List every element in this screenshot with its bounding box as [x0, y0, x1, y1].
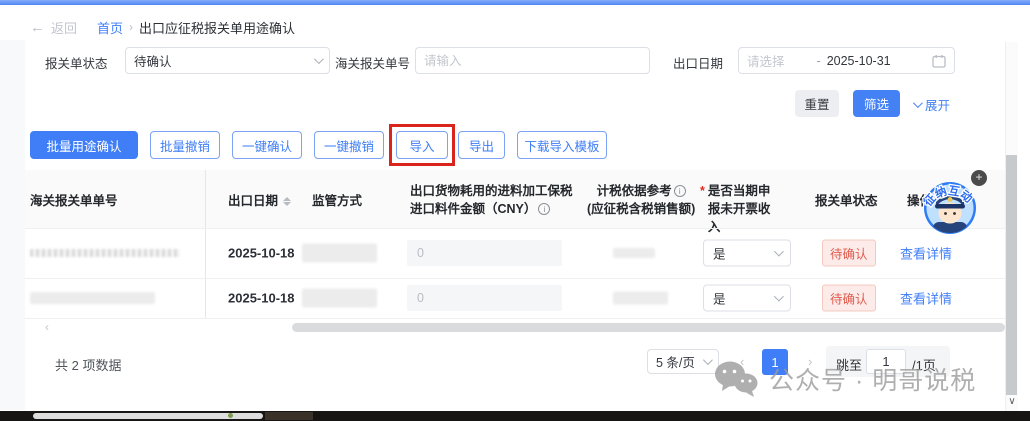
col-bonded-amount: 出口货物耗用的进料加工保税 进口料件金额（CNY）i	[410, 182, 573, 218]
supervision-redacted	[302, 289, 377, 308]
expand-label: 展开	[925, 95, 950, 114]
chevron-down-icon	[774, 247, 784, 257]
one-click-confirm-button[interactable]: 一键确认	[232, 131, 302, 159]
batch-usage-confirm-button[interactable]: 批量用途确认	[30, 131, 138, 159]
col-supervision: 监管方式	[312, 192, 362, 210]
tax-basis-redacted	[613, 292, 668, 305]
status-filter-label: 报关单状态	[45, 53, 108, 72]
page-size-select[interactable]: 5 条/页	[647, 349, 719, 374]
export-tax-declaration-confirm-page: ← 返回 首页 › 出口应征税报关单用途确认 报关单状态 待确认 海关报关单号 …	[0, 0, 1030, 421]
table-row: 2025-10-18 是 待确认 查看详情	[0, 228, 1030, 278]
horizontal-scrollbar-thumb[interactable]	[292, 323, 1005, 332]
breadcrumb-home-link[interactable]: 首页	[97, 18, 123, 37]
calendar-icon	[932, 54, 946, 68]
unreported-income-select[interactable]: 是	[703, 240, 791, 267]
status-filter-value: 待确认	[134, 51, 172, 70]
breadcrumb-separator-icon: ›	[129, 20, 133, 34]
scroll-down-arrow[interactable]: ∨	[1006, 396, 1018, 407]
bonded-amount-input[interactable]	[407, 240, 562, 266]
view-details-link[interactable]: 查看详情	[900, 289, 952, 308]
expand-toggle[interactable]: 展开	[913, 95, 950, 114]
customs-no-filter-label: 海关报关单号	[335, 53, 410, 72]
unreported-income-select[interactable]: 是	[703, 285, 791, 312]
tax-basis-redacted	[613, 248, 655, 258]
export-date-filter-label: 出口日期	[673, 53, 723, 72]
bottom-bar	[0, 411, 1030, 421]
chevron-down-icon	[703, 355, 713, 365]
col-bonded-line2: 进口料件金额（CNY）	[410, 202, 536, 216]
bottom-bar-dot	[228, 413, 233, 418]
col-declaration-status: 报关单状态	[815, 192, 878, 210]
bonded-amount-input[interactable]	[407, 285, 562, 311]
wechat-icon	[713, 360, 759, 398]
reset-button[interactable]: 重置	[795, 90, 839, 117]
unreported-income-value: 是	[713, 244, 726, 263]
chevron-down-icon	[774, 292, 784, 302]
col-tax-basis: 计税依据参考i (应征税含税销售额)	[587, 182, 695, 218]
row-divider	[25, 318, 1005, 319]
left-gutter	[0, 40, 25, 410]
watermark: 公众号 · 明哥说税	[713, 360, 976, 398]
back-arrow-icon[interactable]: ←	[30, 19, 45, 36]
date-range-separator: -	[817, 54, 821, 68]
customs-no-input-wrapper	[415, 47, 650, 74]
table-row: 2025-10-18 是 待确认 查看详情	[0, 278, 1030, 318]
customs-no-input[interactable]	[416, 48, 649, 73]
filter-button[interactable]: 筛选	[853, 90, 900, 117]
unreported-income-value: 是	[713, 289, 726, 308]
tax-assistant-widget[interactable]: 征纳互动	[921, 178, 979, 236]
supervision-redacted	[302, 244, 377, 263]
page-size-value: 5 条/页	[656, 352, 695, 371]
view-details-link[interactable]: 查看详情	[900, 244, 952, 263]
sort-icon[interactable]	[283, 197, 291, 206]
info-icon[interactable]: i	[538, 203, 550, 215]
top-accent-bar	[0, 0, 1030, 5]
col-customs-no: 海关报关单单号	[30, 192, 118, 210]
bonded-amount-cell	[407, 285, 562, 311]
col-bonded-line1: 出口货物耗用的进料加工保税	[410, 184, 573, 198]
col-export-date-label: 出口日期	[228, 192, 278, 210]
export-date-value: 2025-10-18	[228, 246, 295, 261]
h-scroll-left-arrow[interactable]: ‹	[45, 320, 49, 334]
breadcrumb: ← 返回 首页 › 出口应征税报关单用途确认	[30, 18, 295, 36]
watermark-text: 公众号 · 明哥说税	[769, 361, 976, 397]
bottom-bar-segment	[265, 412, 313, 420]
total-count-text: 共 2 项数据	[55, 355, 121, 374]
export-date-value: 2025-10-18	[228, 291, 295, 306]
status-badge: 待确认	[822, 240, 876, 267]
one-click-cancel-button[interactable]: 一键撤销	[314, 131, 384, 159]
export-date-range-picker[interactable]: 请选择 - 2025-10-31	[738, 47, 955, 74]
date-end-value: 2025-10-31	[827, 54, 891, 68]
customs-no-redacted	[30, 249, 180, 257]
batch-cancel-button[interactable]: 批量撤销	[150, 131, 220, 159]
col-tax-basis-line2: (应征税含税销售额)	[587, 202, 695, 216]
customs-no-redacted	[30, 292, 155, 304]
table-header: 海关报关单单号 出口日期 监管方式 出口货物耗用的进料加工保税 进口料件金额（C…	[25, 170, 1005, 228]
customs-officer-avatar: 征纳互动	[921, 178, 979, 236]
export-button[interactable]: 导出	[458, 131, 505, 159]
page-title: 出口应征税报关单用途确认	[139, 18, 295, 37]
import-button[interactable]: 导入	[396, 131, 448, 159]
assistant-plus-button[interactable]: +	[971, 170, 987, 186]
col-export-date: 出口日期	[228, 192, 291, 210]
status-filter-select[interactable]: 待确认	[125, 47, 330, 74]
vertical-scrollbar-thumb[interactable]	[1006, 155, 1017, 395]
col-tax-basis-line1: 计税依据参考	[597, 184, 672, 198]
download-template-button[interactable]: 下载导入模板	[517, 131, 607, 159]
chevron-down-icon	[314, 54, 324, 64]
back-button[interactable]: 返回	[51, 18, 77, 37]
info-icon[interactable]: i	[674, 185, 686, 197]
bonded-amount-cell	[407, 240, 562, 266]
status-badge: 待确认	[822, 285, 876, 312]
date-start-placeholder: 请选择	[747, 51, 785, 70]
chevron-down-icon	[913, 98, 923, 108]
